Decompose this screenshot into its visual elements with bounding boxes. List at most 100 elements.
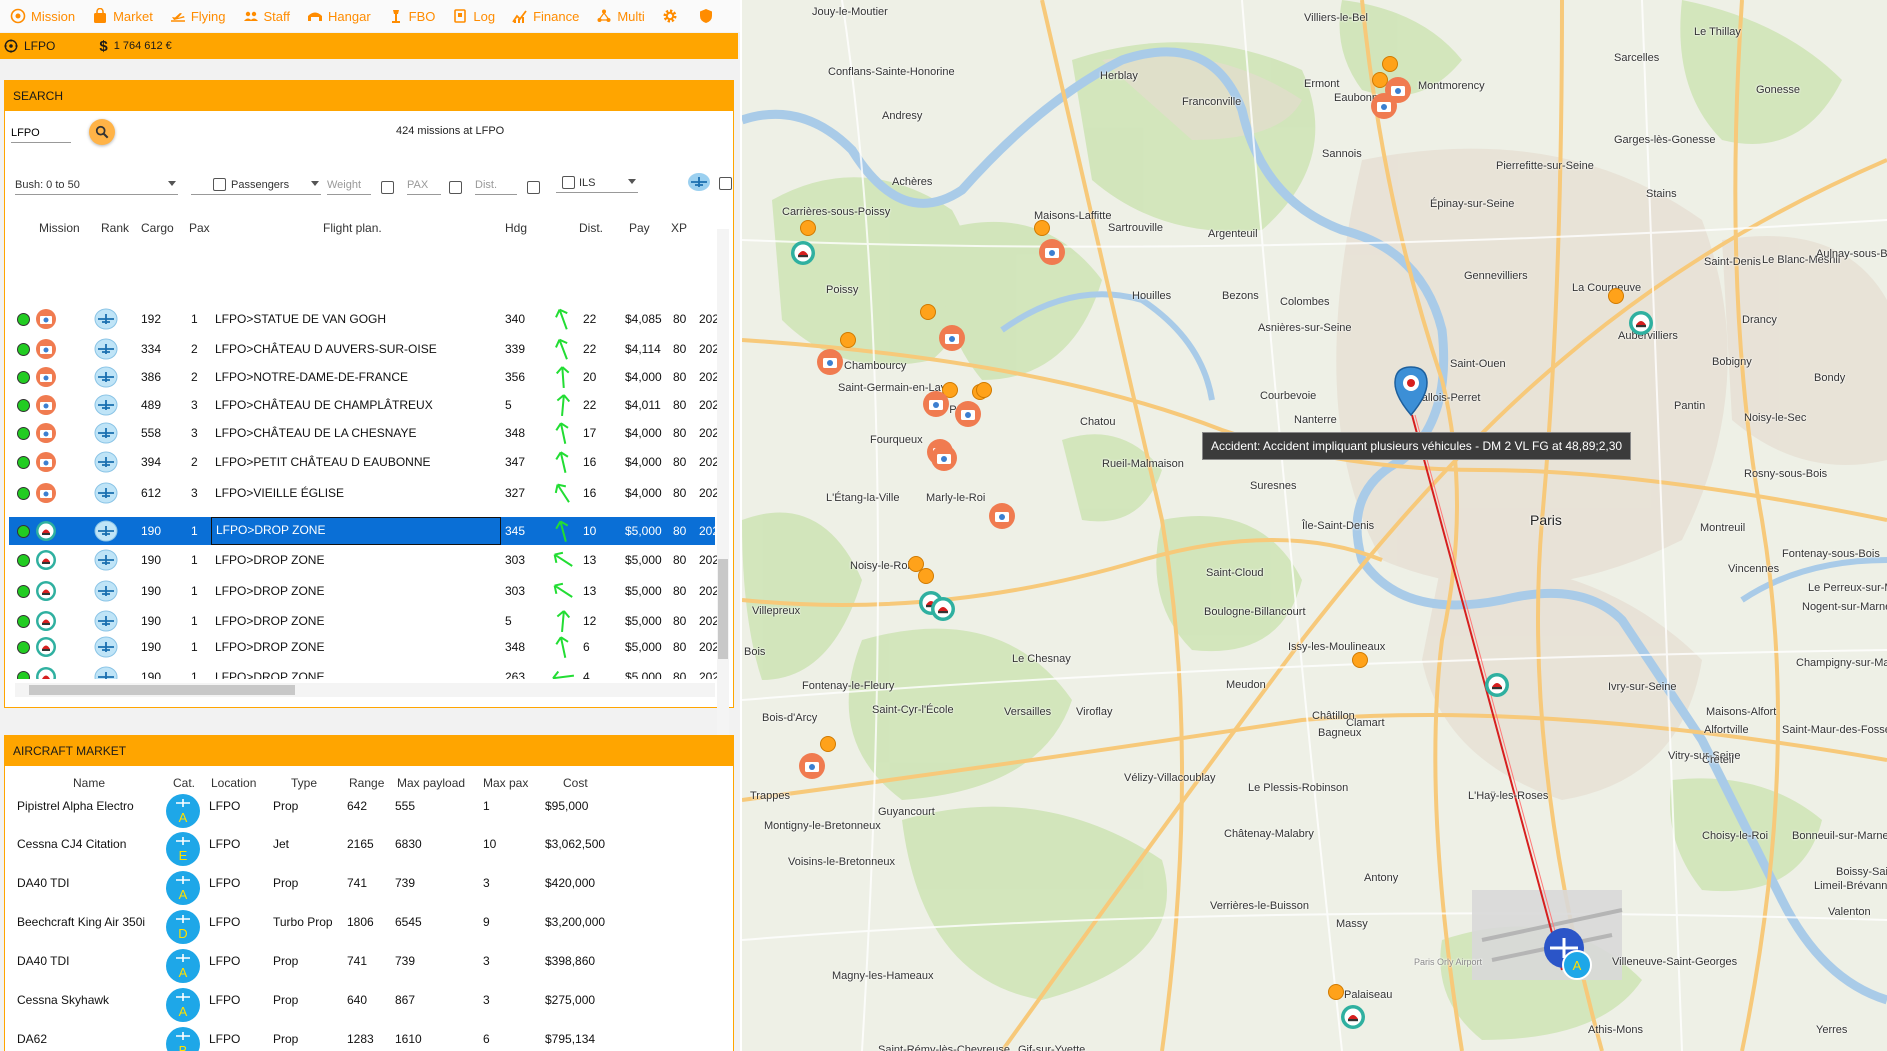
camera-mission-marker-icon[interactable] xyxy=(988,502,1016,530)
table-row[interactable]: 558 3 LFPO>CHÂTEAU DE LA CHESNAYE 348 17 $4,0… xyxy=(9,419,719,447)
mission-cluster-dot[interactable] xyxy=(800,220,816,236)
mission-cluster-dot[interactable] xyxy=(976,382,992,398)
emergency-mission-marker-icon[interactable] xyxy=(1628,310,1654,336)
mk-col-type[interactable]: Type xyxy=(291,776,317,790)
aircraft-row[interactable]: Pipistrel Alpha Electro LFPO Prop 642 555 1 $9… xyxy=(5,794,725,832)
mk-col-category[interactable]: Cat. xyxy=(173,776,195,790)
nav-hangar[interactable]: Hangar xyxy=(307,8,371,24)
aircraft-category-icon[interactable] xyxy=(687,171,711,193)
distance-checkbox[interactable] xyxy=(527,181,540,194)
airport-category-badge[interactable]: A xyxy=(1562,950,1592,980)
table-row[interactable]: 489 3 LFPO>CHÂTEAU DE CHAMPLÂTREUX 5 22 $4,01… xyxy=(9,391,719,419)
mission-cluster-dot[interactable] xyxy=(1382,56,1398,72)
camera-mission-marker-icon[interactable] xyxy=(798,752,826,780)
vertical-scroll-thumb[interactable] xyxy=(718,559,728,659)
mk-col-max-pax[interactable]: Max pax xyxy=(483,776,528,790)
horizontal-scroll-thumb[interactable] xyxy=(29,685,295,695)
table-row[interactable]: 190 1 LFPO>DROP ZONE 263 4 $5,000 80 202 xyxy=(9,663,719,679)
emergency-mission-marker-icon[interactable] xyxy=(930,596,956,622)
nav-settings[interactable] xyxy=(662,8,678,24)
mission-cluster-dot[interactable] xyxy=(1034,220,1050,236)
camera-mission-marker-icon[interactable] xyxy=(954,400,982,428)
nav-mission[interactable]: Mission xyxy=(10,8,75,24)
ils-checkbox[interactable] xyxy=(562,176,575,189)
table-row[interactable]: 612 3 LFPO>VIEILLE ÉGLISE 327 16 $4,000 80 202 xyxy=(9,479,719,507)
table-row[interactable]: 190 1 LFPO>DROP ZONE 303 13 $5,000 80 202 xyxy=(9,577,719,605)
search-input[interactable] xyxy=(11,123,71,143)
distance-input[interactable]: Dist. xyxy=(475,175,517,195)
cell-distance: 16 xyxy=(583,486,597,500)
table-row[interactable]: 386 2 LFPO>NOTRE-DAME-DE-FRANCE 356 20 $4,000… xyxy=(9,363,719,391)
col-header-heading[interactable]: Hdg xyxy=(505,221,527,235)
col-header-xp[interactable]: XP xyxy=(671,221,687,235)
camera-mission-marker-icon[interactable] xyxy=(930,444,958,472)
table-vertical-scrollbar[interactable] xyxy=(717,229,729,769)
aircraft-row[interactable]: DA40 TDI LFPO Prop 741 739 3 $398,860 A xyxy=(5,949,725,987)
aircraft-row[interactable]: DA62 LFPO Prop 1283 1610 6 $795,134 B xyxy=(5,1027,725,1051)
mission-cluster-dot[interactable] xyxy=(918,568,934,584)
camera-mission-marker-icon[interactable] xyxy=(816,348,844,376)
weight-checkbox[interactable] xyxy=(381,181,394,194)
mission-cluster-dot[interactable] xyxy=(1328,984,1344,1000)
nav-market[interactable]: Market xyxy=(92,8,153,24)
map-view[interactable]: Jouy-le-Moutier Villiers-le-Bel Le Thillay… xyxy=(742,0,1887,1051)
camera-mission-marker-icon[interactable] xyxy=(1370,92,1398,120)
mission-cluster-dot[interactable] xyxy=(1608,288,1624,304)
pax-checkbox[interactable] xyxy=(449,181,462,194)
mk-col-range[interactable]: Range xyxy=(349,776,384,790)
camera-mission-marker-icon[interactable] xyxy=(938,324,966,352)
aircraft-row[interactable]: DA40 TDI LFPO Prop 741 739 3 $420,000 A xyxy=(5,871,725,909)
table-horizontal-scrollbar[interactable] xyxy=(15,683,715,697)
mk-col-location[interactable]: Location xyxy=(211,776,256,790)
mission-cluster-dot[interactable] xyxy=(1352,652,1368,668)
table-row[interactable]: 334 2 LFPO>CHÂTEAU D AUVERS-SUR-OISE 339 22 $… xyxy=(9,335,719,363)
nav-finance[interactable]: Finance xyxy=(512,8,579,24)
category-checkbox[interactable] xyxy=(719,177,732,190)
aircraft-row[interactable]: Cessna Skyhawk LFPO Prop 640 867 3 $275,000 A xyxy=(5,988,725,1026)
mk-col-cost[interactable]: Cost xyxy=(563,776,588,790)
emergency-mission-marker-icon[interactable] xyxy=(1340,1004,1366,1030)
weight-input[interactable]: Weight xyxy=(327,175,371,195)
passengers-filter-select[interactable]: Passengers xyxy=(191,175,321,195)
table-row[interactable]: 190 1 LFPO>DROP ZONE 5 12 $5,000 80 202 xyxy=(9,607,719,635)
nav-fbo[interactable]: FBO xyxy=(388,8,435,24)
col-header-rank[interactable]: Rank xyxy=(101,221,129,235)
current-airport[interactable]: LFPO xyxy=(0,39,55,53)
mission-cluster-dot[interactable] xyxy=(920,304,936,320)
table-row[interactable]: 190 1 LFPO>DROP ZONE 345 10 $5,000 80 202 xyxy=(9,517,719,545)
camera-mission-marker-icon[interactable] xyxy=(922,390,950,418)
col-header-flight-plan[interactable]: Flight plan. xyxy=(323,221,382,235)
col-header-distance[interactable]: Dist. xyxy=(579,221,603,235)
search-button[interactable] xyxy=(89,119,115,145)
col-header-cargo[interactable]: Cargo xyxy=(141,221,174,235)
col-header-mission[interactable]: Mission xyxy=(39,221,80,235)
mk-col-name[interactable]: Name xyxy=(73,776,105,790)
emergency-mission-marker-icon[interactable] xyxy=(790,240,816,266)
mission-cluster-dot[interactable] xyxy=(820,736,836,752)
mission-cluster-dot[interactable] xyxy=(840,332,856,348)
pax-input[interactable]: PAX xyxy=(407,175,441,195)
table-row[interactable]: 192 1 LFPO>STATUE DE VAN GOGH 340 22 $4,085 80… xyxy=(9,305,719,333)
emergency-mission-marker-icon[interactable] xyxy=(1484,672,1510,698)
ils-label: ILS xyxy=(579,176,596,189)
nav-log[interactable]: Log xyxy=(452,8,495,24)
aircraft-category-badge: A xyxy=(166,794,200,828)
passengers-checkbox[interactable] xyxy=(213,178,226,191)
aircraft-name: Cessna Skyhawk xyxy=(17,993,110,1007)
nav-multi[interactable]: Multi xyxy=(596,8,645,24)
selected-mission-pin[interactable] xyxy=(1394,366,1428,416)
table-row[interactable]: 190 1 LFPO>DROP ZONE 348 6 $5,000 80 202 xyxy=(9,633,719,661)
ils-filter-select[interactable]: ILS xyxy=(556,173,638,193)
nav-staff[interactable]: Staff xyxy=(243,8,290,24)
bush-filter-select[interactable]: Bush: 0 to 50 xyxy=(15,175,178,195)
mk-col-payload[interactable]: Max payload xyxy=(397,776,465,790)
aircraft-row[interactable]: Beechcraft King Air 350i LFPO Turbo Prop 18… xyxy=(5,910,725,948)
aircraft-row[interactable]: Cessna CJ4 Citation LFPO Jet 2165 6830 10 $3,0… xyxy=(5,832,725,870)
table-row[interactable]: 394 2 LFPO>PETIT CHÂTEAU D EAUBONNE 347 16 $4… xyxy=(9,448,719,476)
nav-flying[interactable]: Flying xyxy=(170,8,226,24)
col-header-pay[interactable]: Pay xyxy=(629,221,650,235)
col-header-pax[interactable]: Pax xyxy=(189,221,210,235)
nav-help[interactable] xyxy=(698,8,714,24)
table-row[interactable]: 190 1 LFPO>DROP ZONE 303 13 $5,000 80 202 xyxy=(9,546,719,574)
camera-mission-marker-icon[interactable] xyxy=(1038,238,1066,266)
